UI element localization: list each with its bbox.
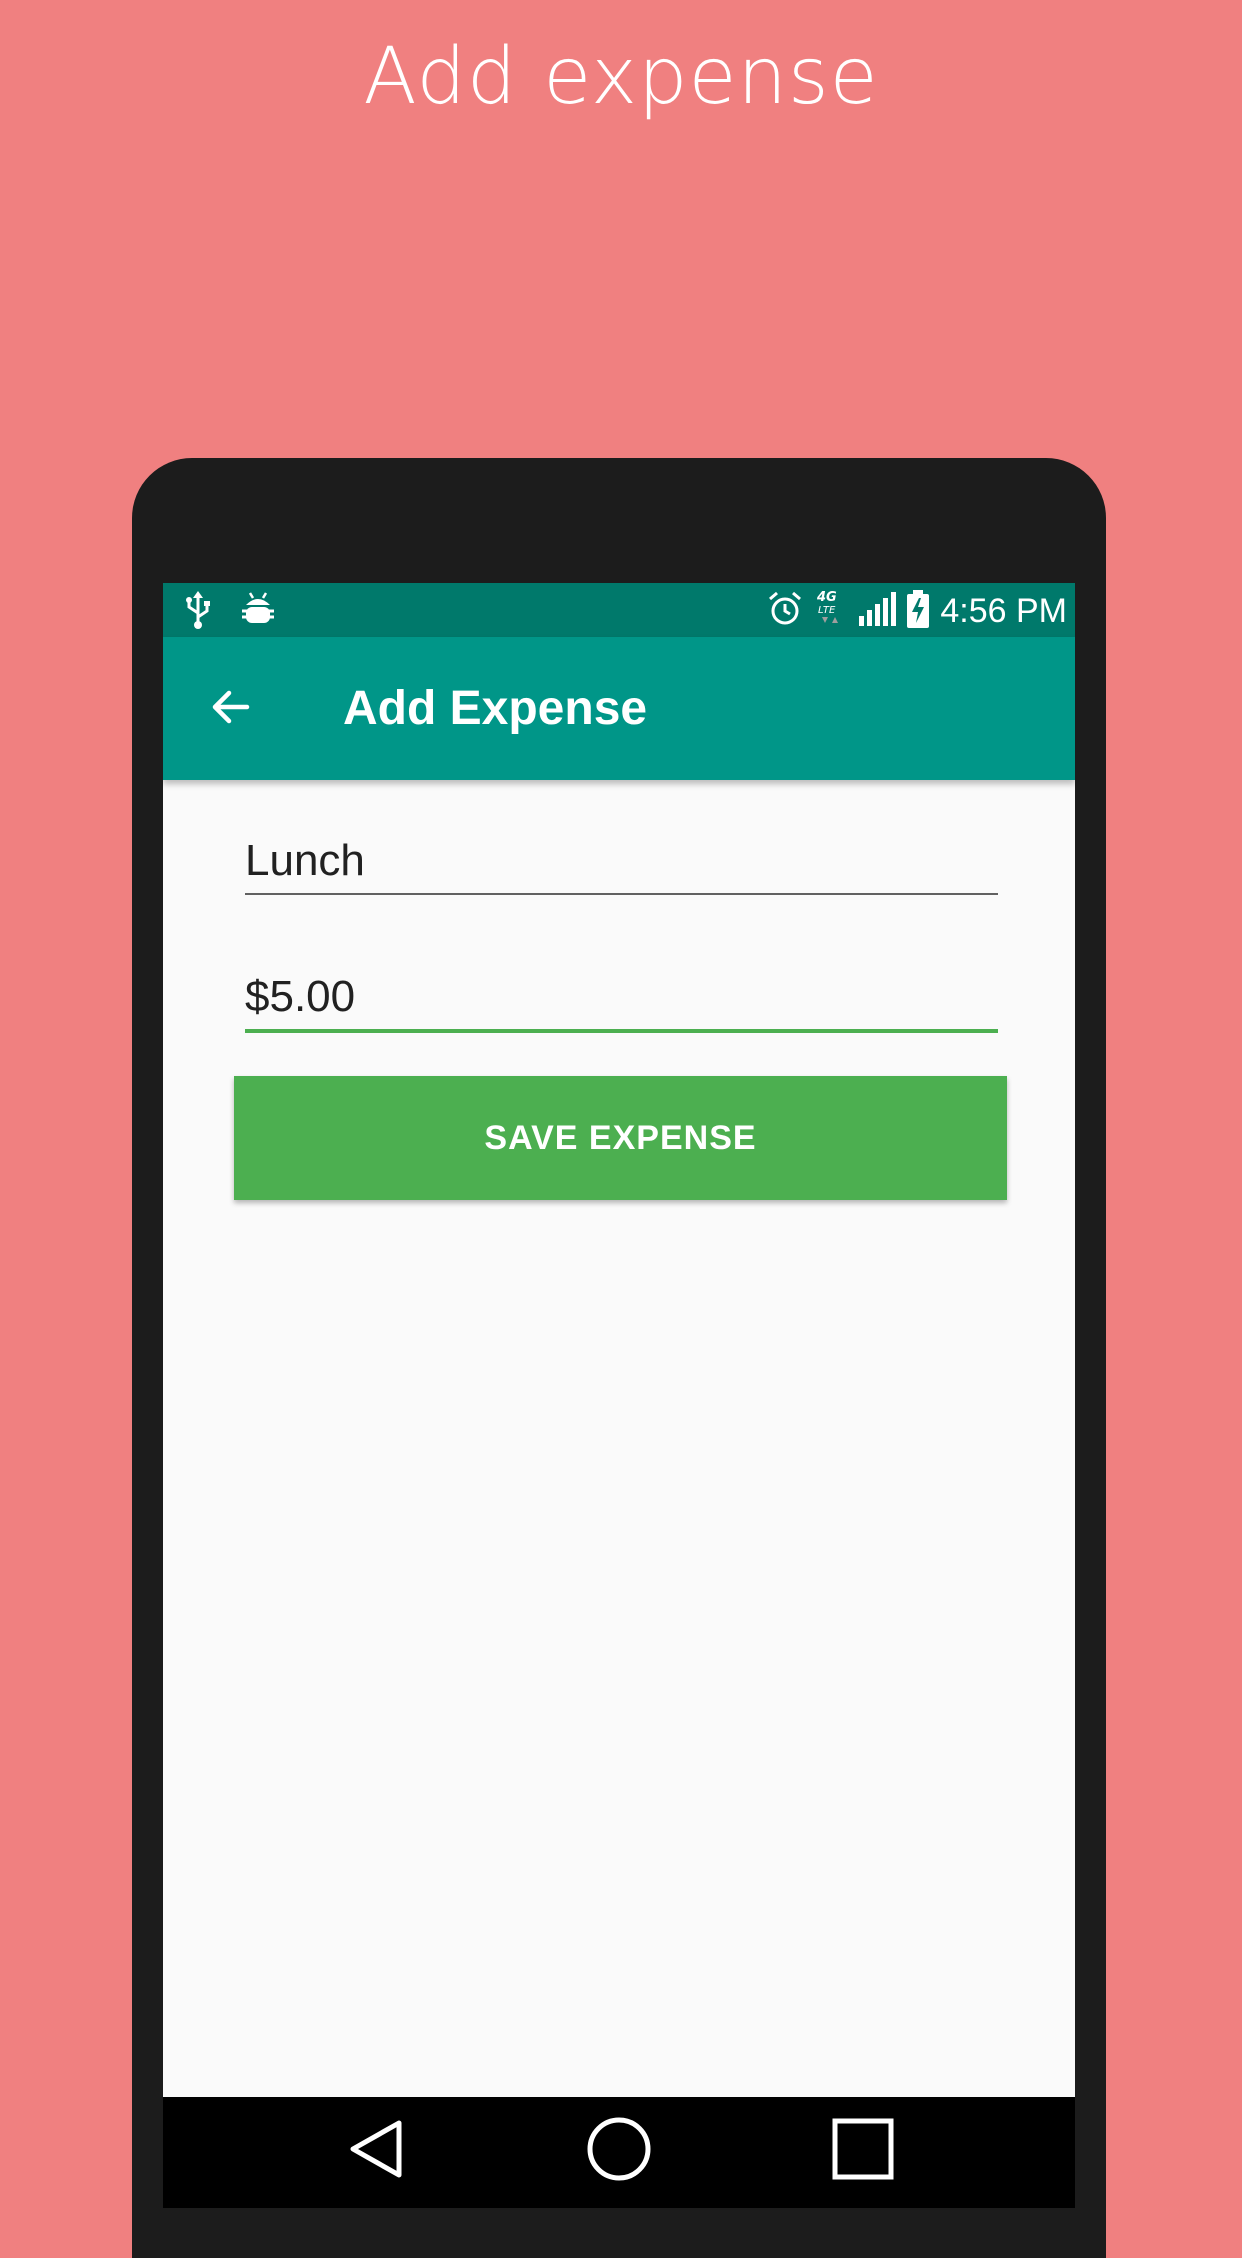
status-time: 4:56 PM xyxy=(940,592,1067,630)
usb-icon xyxy=(183,591,213,633)
home-circle-icon xyxy=(586,2116,652,2186)
alarm-icon xyxy=(766,590,804,632)
nav-recents-button[interactable] xyxy=(823,2111,903,2191)
expense-name-input[interactable] xyxy=(245,829,998,893)
expense-amount-field xyxy=(245,965,998,1033)
system-nav-bar xyxy=(163,2097,1075,2208)
status-bar: 4G LTE 4:56 PM xyxy=(163,583,1075,637)
arrow-back-icon xyxy=(207,683,255,735)
nav-home-button[interactable] xyxy=(579,2111,659,2191)
expense-amount-underline xyxy=(245,1029,998,1033)
svg-text:LTE: LTE xyxy=(818,605,836,616)
expense-name-underline xyxy=(245,893,998,895)
svg-text:4G: 4G xyxy=(816,590,837,605)
promo-caption: Add expense xyxy=(363,32,879,122)
back-triangle-icon xyxy=(345,2117,409,2185)
android-debug-icon xyxy=(241,591,275,633)
nav-back-button[interactable] xyxy=(337,2111,417,2191)
network-4g-lte-icon: 4G LTE xyxy=(814,589,848,633)
recents-square-icon xyxy=(832,2118,894,2184)
signal-icon xyxy=(858,592,897,630)
save-expense-button[interactable]: SAVE EXPENSE xyxy=(234,1076,1007,1200)
back-button[interactable] xyxy=(199,677,263,741)
expense-amount-input[interactable] xyxy=(245,965,998,1029)
battery-charging-icon xyxy=(906,590,930,632)
device-screen: 4G LTE 4:56 PM Add Expense Lunch $5.00 S… xyxy=(163,583,1075,2208)
page-title: Add Expense xyxy=(343,682,648,735)
app-bar: Add Expense xyxy=(163,637,1075,780)
expense-name-field xyxy=(245,829,998,895)
